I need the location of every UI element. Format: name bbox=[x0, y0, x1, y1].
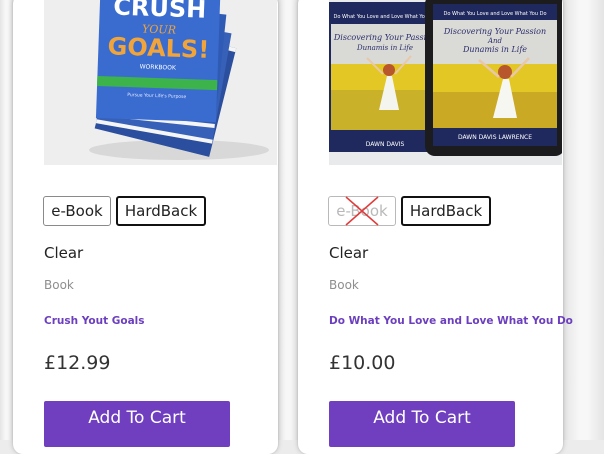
gutter-middle bbox=[278, 0, 298, 440]
cover-sub: WORKBOOK bbox=[140, 63, 177, 71]
variant-label: e-Book bbox=[51, 202, 103, 220]
gutter-left bbox=[0, 0, 13, 440]
cover-line-1: CRUSH bbox=[113, 0, 207, 24]
product-card: CRUSH YOUR GOALS! WORKBOOK Pursue Your L… bbox=[13, 0, 278, 454]
product-image[interactable]: CRUSH YOUR GOALS! WORKBOOK Pursue Your L… bbox=[44, 0, 277, 165]
cover-line-3: GOALS! bbox=[107, 32, 209, 64]
variant-hardback-option[interactable]: HardBack bbox=[401, 196, 491, 226]
add-to-cart-button[interactable]: Add To Cart bbox=[44, 401, 230, 447]
tablet-title-line-1: Discovering Your Passion bbox=[443, 27, 546, 36]
product-category: Book bbox=[44, 278, 74, 292]
clear-selection-link[interactable]: Clear bbox=[44, 244, 83, 262]
clear-selection-link[interactable]: Clear bbox=[329, 244, 368, 262]
product-category: Book bbox=[329, 278, 359, 292]
product-title-link[interactable]: Crush Yout Goals bbox=[44, 315, 145, 327]
product-card: Do What You Love and Love What You Do Di… bbox=[298, 0, 573, 454]
unavailable-cross-icon bbox=[345, 196, 379, 226]
book-and-tablet-illustration: Do What You Love and Love What You Do Di… bbox=[329, 0, 562, 165]
svg-text:Do What You Love and Love What: Do What You Love and Love What You Do bbox=[443, 11, 546, 17]
variant-hardback-option[interactable]: HardBack bbox=[116, 196, 206, 226]
product-price: £12.99 bbox=[44, 352, 111, 374]
variant-label: HardBack bbox=[409, 202, 483, 220]
variant-ebook-option-unavailable[interactable]: e-Book bbox=[328, 196, 396, 226]
product-image[interactable]: Do What You Love and Love What You Do Di… bbox=[329, 0, 562, 165]
add-to-cart-button[interactable]: Add To Cart bbox=[329, 401, 515, 447]
product-title-link[interactable]: Do What You Love and Love What You Do bbox=[329, 315, 573, 327]
gutter-right bbox=[563, 0, 604, 440]
tablet-author: DAWN DAVIS LAWRENCE bbox=[458, 134, 532, 141]
tablet-title-line-3: Dunamis in Life bbox=[462, 45, 527, 54]
svg-text:DAWN DAVIS: DAWN DAVIS bbox=[366, 141, 405, 148]
variant-ebook-option[interactable]: e-Book bbox=[43, 196, 111, 226]
svg-text:Discovering Your Passion: Discovering Your Passion bbox=[333, 33, 436, 42]
svg-text:Dunamis in Life: Dunamis in Life bbox=[356, 44, 413, 52]
book-cover-illustration: CRUSH YOUR GOALS! WORKBOOK Pursue Your L… bbox=[44, 0, 277, 165]
tablet-title-line-2: And bbox=[487, 37, 503, 45]
variant-label: HardBack bbox=[124, 202, 198, 220]
product-price: £10.00 bbox=[329, 352, 396, 374]
book-top-text: Do What You Love and Love What You Do bbox=[333, 14, 436, 20]
